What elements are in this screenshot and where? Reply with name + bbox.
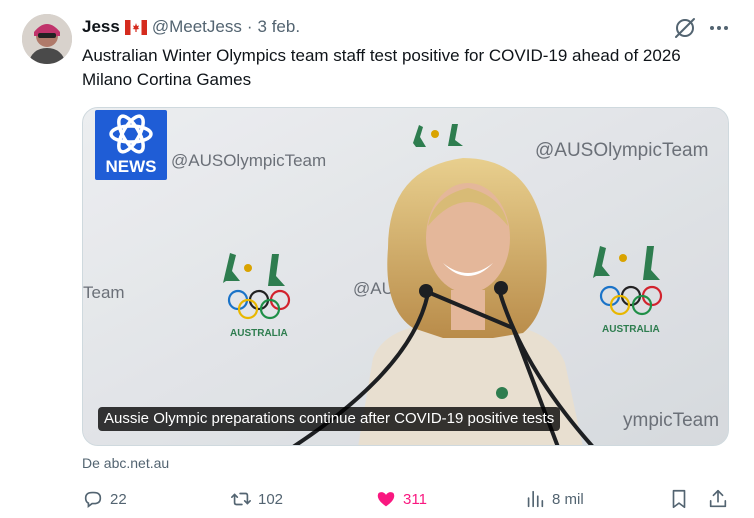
link-source[interactable]: De abc.net.au (82, 455, 169, 471)
backdrop-text: AUSTRALIA (602, 324, 660, 335)
backdrop-text: ympicTeam (623, 410, 719, 431)
reply-icon (84, 491, 102, 508)
backdrop-text: Team (83, 283, 125, 302)
reply-button[interactable]: 22 (82, 484, 127, 514)
avatar[interactable] (22, 14, 72, 64)
backdrop-text: @AUSOlympicTeam (171, 151, 326, 170)
reply-count: 22 (110, 490, 127, 508)
post-header: Jess @MeetJess · 3 feb. (82, 16, 300, 38)
more-icon[interactable] (706, 15, 732, 41)
separator-dot: · (246, 17, 253, 36)
backdrop-text: @AUSOlympicTeam (535, 140, 708, 161)
bookmark-button[interactable] (668, 484, 690, 514)
repost-count: 102 (258, 490, 284, 508)
abc-logo-text: NEWS (106, 157, 157, 176)
canada-flag-icon (124, 19, 147, 35)
post-date[interactable]: 3 feb. (258, 17, 301, 37)
author-name[interactable]: Jess (82, 17, 120, 37)
repost-icon (231, 492, 251, 506)
like-count: 311 (403, 490, 427, 508)
bookmark-icon (672, 489, 686, 509)
grok-icon[interactable] (672, 15, 698, 41)
backdrop-text: AUSTRALIA (230, 328, 288, 339)
like-button[interactable]: 311 (375, 484, 427, 514)
news-photo: @AUSOlympicTeam @AUSOlympicTeam Team @AU… (83, 108, 728, 445)
views-icon (527, 490, 544, 508)
abc-news-logo: NEWS (95, 110, 167, 180)
like-icon (377, 492, 395, 507)
action-bar: 22 102 311 8 mil (0, 484, 754, 514)
views-count: 8 mil (552, 490, 584, 508)
post[interactable]: Jess @MeetJess · 3 feb. Australian Winte… (0, 0, 754, 518)
share-button[interactable] (707, 484, 729, 514)
link-card[interactable]: @AUSOlympicTeam @AUSOlympicTeam Team @AU… (82, 107, 729, 446)
post-text: Australian Winter Olympics team staff te… (82, 46, 681, 89)
card-caption: Aussie Olympic preparations continue aft… (98, 407, 561, 431)
repost-button[interactable]: 102 (230, 484, 283, 514)
share-icon (709, 489, 727, 508)
author-handle[interactable]: @MeetJess (152, 17, 242, 37)
views-button[interactable]: 8 mil (524, 484, 584, 514)
